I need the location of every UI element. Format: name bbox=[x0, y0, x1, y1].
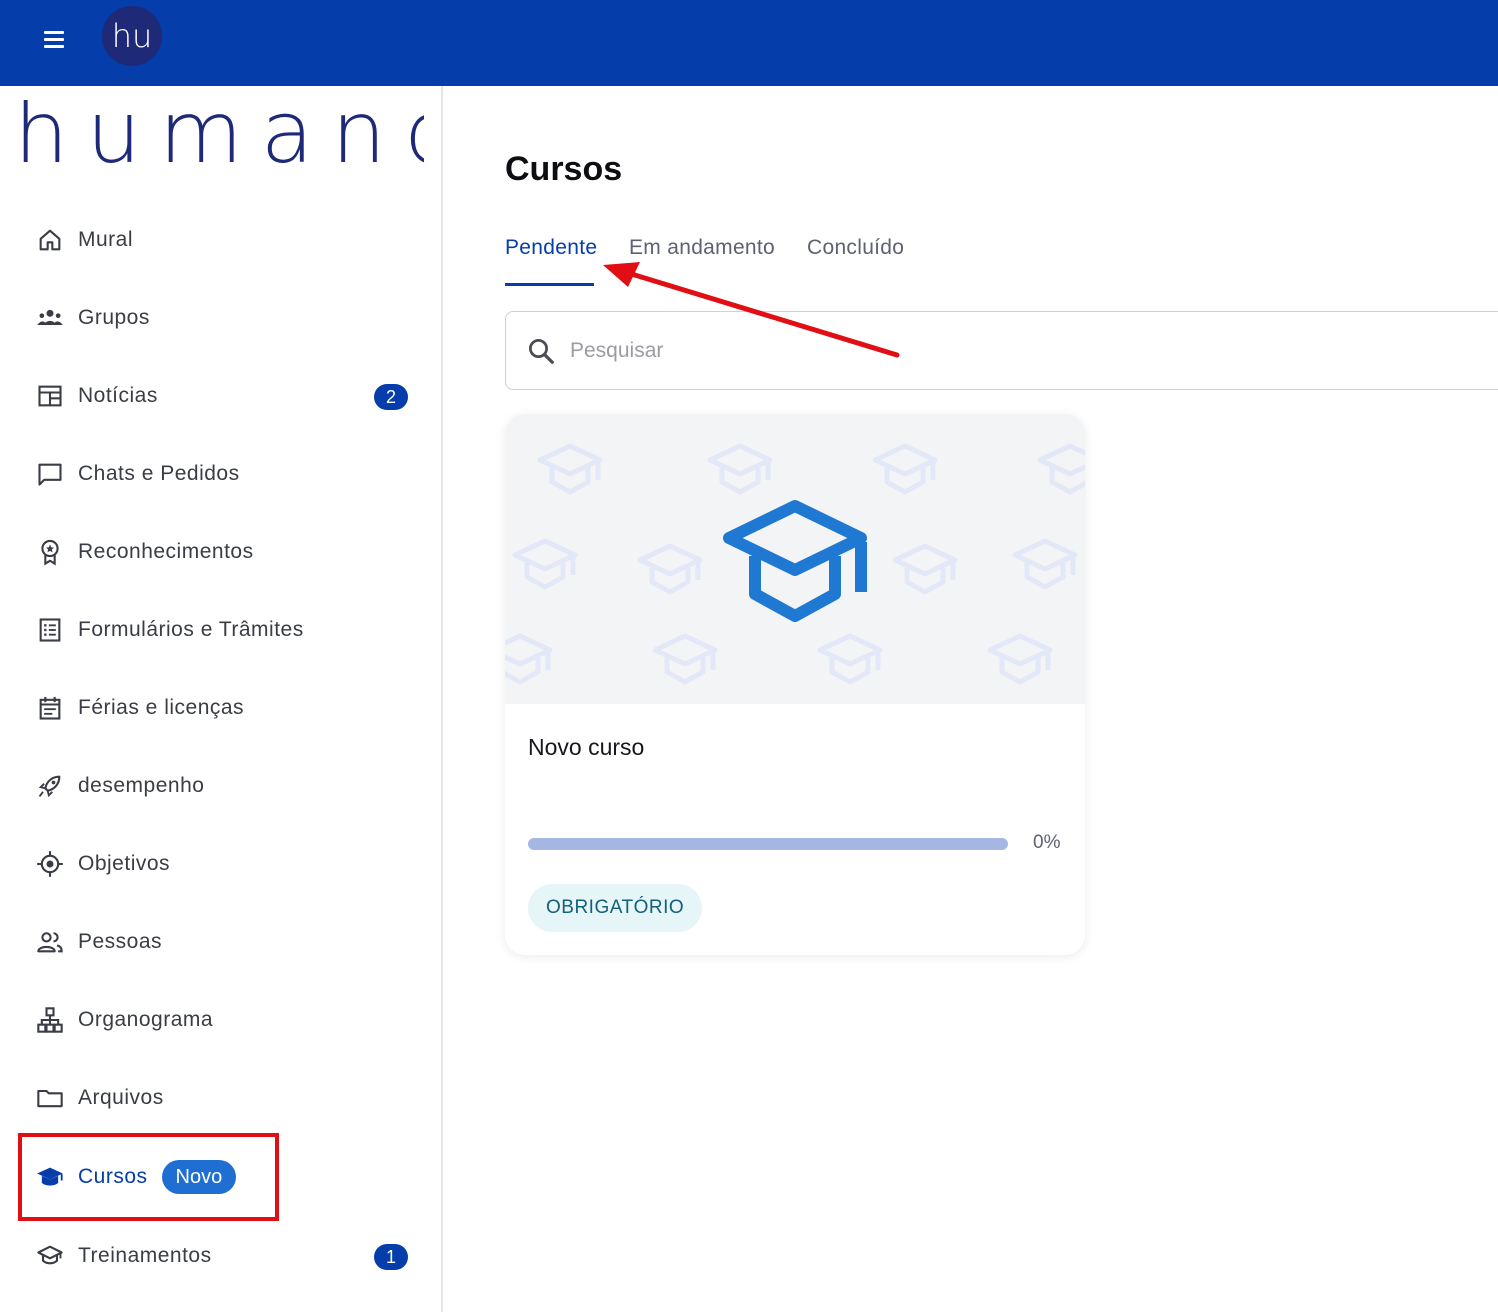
search-bar[interactable] bbox=[505, 311, 1498, 390]
sidebar-item-organograma[interactable]: Organograma bbox=[34, 1000, 414, 1040]
sidebar-item-label: Organograma bbox=[78, 1008, 214, 1031]
sidebar-item-label: Grupos bbox=[78, 306, 150, 329]
graduation-cap-outline-icon bbox=[34, 1240, 66, 1272]
page-title: Cursos bbox=[505, 150, 623, 188]
humand-logo[interactable]: humand bbox=[14, 100, 424, 180]
tab-em-andamento[interactable]: Em andamento bbox=[629, 236, 775, 260]
calendar-icon bbox=[34, 692, 66, 724]
newspaper-icon bbox=[34, 380, 66, 412]
folder-icon bbox=[34, 1082, 66, 1114]
annotation-highlight-box bbox=[18, 1133, 279, 1221]
home-icon bbox=[34, 224, 66, 256]
chat-icon bbox=[34, 458, 66, 490]
search-input[interactable] bbox=[570, 338, 1370, 363]
target-icon bbox=[34, 848, 66, 880]
sidebar-item-label: Notícias bbox=[78, 384, 158, 407]
course-banner bbox=[505, 414, 1085, 704]
course-progress-bar bbox=[528, 838, 1008, 850]
sidebar-item-objetivos[interactable]: Objetivos bbox=[34, 844, 414, 884]
sidebar-item-label: Treinamentos bbox=[78, 1244, 212, 1267]
sidebar-item-formularios[interactable]: Formulários e Trâmites bbox=[34, 610, 414, 650]
course-title: Novo curso bbox=[528, 734, 645, 760]
people-icon bbox=[34, 926, 66, 958]
org-chart-icon bbox=[34, 1004, 66, 1036]
sidebar-item-label: Pessoas bbox=[78, 930, 163, 953]
sidebar-item-label: Objetivos bbox=[78, 852, 171, 875]
form-icon bbox=[34, 614, 66, 646]
sidebar: humand Mural Grupos Notícias 2 Chats e P… bbox=[0, 86, 443, 1312]
sidebar-item-treinamentos[interactable]: Treinamentos 1 bbox=[34, 1236, 414, 1276]
top-bar: hu bbox=[0, 0, 1498, 86]
award-icon bbox=[34, 536, 66, 568]
sidebar-item-pessoas[interactable]: Pessoas bbox=[34, 922, 414, 962]
active-tab-indicator bbox=[505, 283, 594, 286]
rocket-icon bbox=[34, 770, 66, 802]
groups-icon bbox=[34, 302, 66, 334]
avatar[interactable]: hu bbox=[102, 6, 162, 66]
tab-concluido[interactable]: Concluído bbox=[807, 236, 904, 260]
tab-pendente[interactable]: Pendente bbox=[505, 236, 597, 260]
logo-text: humand bbox=[14, 100, 424, 180]
sidebar-item-noticias[interactable]: Notícias 2 bbox=[34, 376, 414, 416]
sidebar-item-label: Chats e Pedidos bbox=[78, 462, 240, 485]
mandatory-tag: OBRIGATÓRIO bbox=[528, 884, 703, 932]
course-banner-pattern bbox=[505, 414, 1085, 704]
sidebar-item-arquivos[interactable]: Arquivos bbox=[34, 1078, 414, 1118]
main-content: Cursos Pendente Em andamento Concluído P… bbox=[445, 86, 1498, 1312]
sidebar-item-label: Férias e licenças bbox=[78, 696, 245, 719]
sidebar-item-label: Arquivos bbox=[78, 1086, 164, 1109]
sidebar-item-grupos[interactable]: Grupos bbox=[34, 298, 414, 338]
sidebar-item-label: desempenho bbox=[78, 774, 205, 797]
notification-count-badge: 1 bbox=[374, 1244, 408, 1270]
sidebar-item-label: Mural bbox=[78, 228, 134, 251]
search-icon bbox=[529, 338, 554, 364]
notification-count-badge: 2 bbox=[374, 384, 408, 410]
menu-icon[interactable] bbox=[40, 27, 68, 55]
graduation-cap-icon bbox=[723, 500, 867, 622]
course-progress-label: 0% bbox=[1033, 832, 1061, 853]
sidebar-item-chats[interactable]: Chats e Pedidos bbox=[34, 454, 414, 494]
sidebar-item-ferias[interactable]: Férias e licenças bbox=[34, 688, 414, 728]
sidebar-item-desempenho[interactable]: desempenho bbox=[34, 766, 414, 806]
sidebar-item-label: Formulários e Trâmites bbox=[78, 618, 304, 641]
sidebar-item-mural[interactable]: Mural bbox=[34, 220, 414, 260]
sidebar-item-label: Reconhecimentos bbox=[78, 540, 254, 563]
course-card[interactable]: Novo curso 0% OBRIGATÓRIO bbox=[505, 414, 1085, 955]
sidebar-item-reconhecimentos[interactable]: Reconhecimentos bbox=[34, 532, 414, 572]
